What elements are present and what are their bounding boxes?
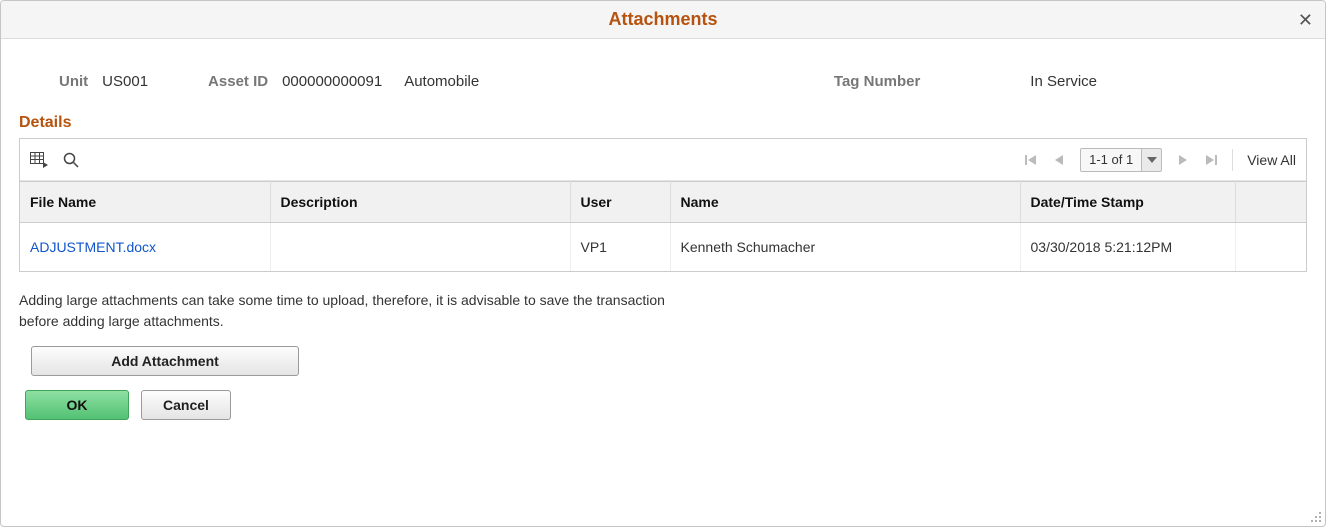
grid-toolbar-left [30, 151, 80, 169]
col-datetime[interactable]: Date/Time Stamp [1020, 182, 1235, 223]
col-empty [1235, 182, 1306, 223]
cell-datetime: 03/30/2018 5:21:12PM [1020, 223, 1235, 272]
cancel-button[interactable]: Cancel [141, 390, 231, 420]
asset-description: Automobile [404, 73, 479, 90]
tag-number-label: Tag Number [834, 73, 920, 90]
close-icon[interactable]: ✕ [1298, 11, 1313, 29]
cell-user: VP1 [570, 223, 670, 272]
modal-body: Unit US001 Asset ID 000000000091 Automob… [1, 39, 1325, 420]
table-header-row: File Name Description User Name Date/Tim… [20, 182, 1306, 223]
attachments-modal: Attachments ✕ Unit US001 Asset ID 000000… [0, 0, 1326, 527]
cell-name: Kenneth Schumacher [670, 223, 1020, 272]
prev-page-icon[interactable] [1052, 153, 1066, 167]
ok-button[interactable]: OK [25, 390, 129, 420]
toolbar-divider [1232, 149, 1233, 171]
asset-id-label: Asset ID [208, 73, 268, 90]
search-icon[interactable] [62, 151, 80, 169]
col-user[interactable]: User [570, 182, 670, 223]
status-value: In Service [1030, 73, 1097, 90]
resize-grip-icon[interactable] [1308, 509, 1322, 523]
chevron-down-icon[interactable] [1141, 149, 1161, 171]
first-page-icon[interactable] [1024, 153, 1038, 167]
row-counter[interactable]: 1-1 of 1 [1080, 148, 1162, 172]
cell-empty [1235, 223, 1306, 272]
cell-description [270, 223, 570, 272]
upload-note: Adding large attachments can take some t… [19, 272, 669, 346]
grid-toolbar-right: 1-1 of 1 View All [1024, 148, 1296, 172]
table-row: ADJUSTMENT.docx VP1 Kenneth Schumacher 0… [20, 223, 1306, 272]
attachments-table: File Name Description User Name Date/Tim… [20, 181, 1306, 271]
details-section-title: Details [19, 114, 1307, 138]
unit-label: Unit [59, 73, 88, 90]
details-grid: 1-1 of 1 View All [19, 138, 1307, 272]
asset-info-row: Unit US001 Asset ID 000000000091 Automob… [19, 57, 1307, 114]
modal-title: Attachments [608, 9, 717, 30]
grid-settings-icon[interactable] [30, 151, 48, 169]
unit-value: US001 [102, 73, 148, 90]
next-page-icon[interactable] [1176, 153, 1190, 167]
add-attachment-button[interactable]: Add Attachment [31, 346, 299, 376]
grid-toolbar: 1-1 of 1 View All [20, 139, 1306, 181]
action-button-row: OK Cancel [25, 390, 1307, 420]
modal-header: Attachments ✕ [1, 1, 1325, 39]
asset-id-value: 000000000091 [282, 73, 382, 90]
col-file-name[interactable]: File Name [20, 182, 270, 223]
row-counter-label: 1-1 of 1 [1081, 149, 1141, 171]
file-name-link[interactable]: ADJUSTMENT.docx [20, 223, 270, 272]
col-name[interactable]: Name [670, 182, 1020, 223]
view-all-link[interactable]: View All [1247, 152, 1296, 168]
col-description[interactable]: Description [270, 182, 570, 223]
last-page-icon[interactable] [1204, 153, 1218, 167]
